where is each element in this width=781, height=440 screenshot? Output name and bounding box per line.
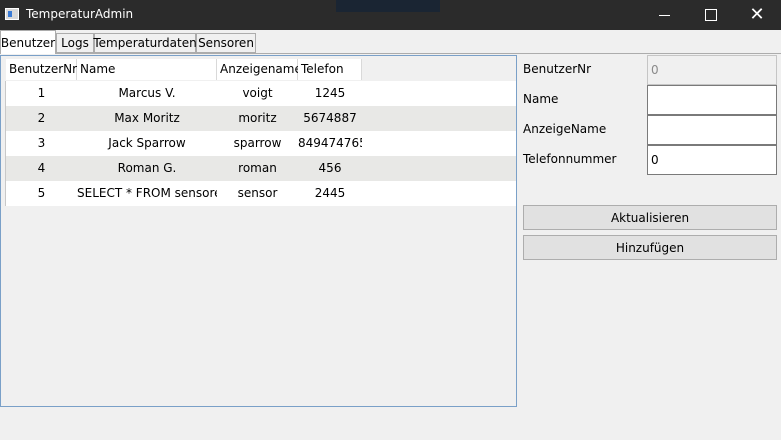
grid-header: BenutzerNr Name Anzeigename Telefon (6, 59, 516, 80)
benutzernr-label: BenutzerNr (523, 62, 592, 76)
tab-strip: Benutzer Logs Temperaturdaten Sensoren (0, 30, 781, 54)
telefonnummer-label: Telefonnummer (523, 152, 617, 166)
name-label: Name (523, 92, 559, 106)
tab-sensoren[interactable]: Sensoren (196, 33, 256, 53)
cell-name[interactable]: Jack Sparrow (77, 131, 217, 156)
table-row[interactable]: 5 SELECT * FROM sensoren sensor 2445 (6, 181, 516, 206)
column-header-name[interactable]: Name (77, 59, 217, 80)
cell-telefon[interactable]: 849474765 (298, 131, 362, 156)
cell-name[interactable]: Max Moritz (77, 106, 217, 131)
telefonnummer-field[interactable] (647, 145, 777, 175)
minimize-button[interactable] (641, 0, 687, 30)
title-bar-overlay (336, 0, 440, 12)
update-button[interactable]: Aktualisieren (523, 205, 777, 230)
cell-anzeigename[interactable]: roman (217, 156, 298, 181)
cell-name[interactable]: Roman G. (77, 156, 217, 181)
app-icon (5, 8, 19, 20)
close-button[interactable]: ✕ (734, 0, 780, 30)
minimize-icon (658, 14, 670, 16)
column-header-anzeigename[interactable]: Anzeigename (217, 59, 302, 80)
tab-temperaturdaten[interactable]: Temperaturdaten (93, 33, 197, 53)
tab-divider (0, 53, 781, 54)
cell-benutzernr[interactable]: 4 (6, 156, 77, 181)
column-header-telefon[interactable]: Telefon (298, 59, 362, 80)
table-row[interactable]: 3 Jack Sparrow sparrow 849474765 (6, 131, 516, 156)
add-button[interactable]: Hinzufügen (523, 235, 777, 260)
window-title: TemperaturAdmin (26, 7, 134, 21)
column-header-benutzernr[interactable]: BenutzerNr (6, 59, 77, 80)
cell-telefon[interactable]: 456 (298, 156, 362, 181)
cell-benutzernr[interactable]: 2 (6, 106, 77, 131)
maximize-button[interactable] (688, 0, 734, 30)
anzeigename-field[interactable] (647, 115, 777, 145)
title-bar: TemperaturAdmin ✕ (0, 0, 781, 30)
cell-name[interactable]: Marcus V. (77, 81, 217, 106)
cell-telefon[interactable]: 2445 (298, 181, 362, 206)
cell-anzeigename[interactable]: sensor (217, 181, 298, 206)
cell-anzeigename[interactable]: sparrow (217, 131, 298, 156)
cell-benutzernr[interactable]: 1 (6, 81, 77, 106)
tab-benutzer[interactable]: Benutzer (0, 30, 56, 54)
users-data-grid[interactable]: BenutzerNr Name Anzeigename Telefon 1 Ma… (0, 55, 517, 407)
benutzernr-field (647, 55, 777, 85)
cell-benutzernr[interactable]: 3 (6, 131, 77, 156)
cell-telefon[interactable]: 1245 (298, 81, 362, 106)
table-row[interactable]: 4 Roman G. roman 456 (6, 156, 516, 181)
cell-telefon[interactable]: 5674887 (298, 106, 362, 131)
tab-logs[interactable]: Logs (56, 33, 94, 53)
table-row[interactable]: 2 Max Moritz moritz 5674887 (6, 106, 516, 131)
cell-name[interactable]: SELECT * FROM sensoren (77, 181, 217, 206)
cell-benutzernr[interactable]: 5 (6, 181, 77, 206)
anzeigename-label: AnzeigeName (523, 122, 607, 136)
maximize-icon (705, 9, 717, 21)
close-icon: ✕ (749, 4, 765, 25)
cell-anzeigename[interactable]: moritz (217, 106, 298, 131)
name-field[interactable] (647, 85, 777, 115)
cell-anzeigename[interactable]: voigt (217, 81, 298, 106)
table-row[interactable]: 1 Marcus V. voigt 1245 (6, 81, 516, 106)
